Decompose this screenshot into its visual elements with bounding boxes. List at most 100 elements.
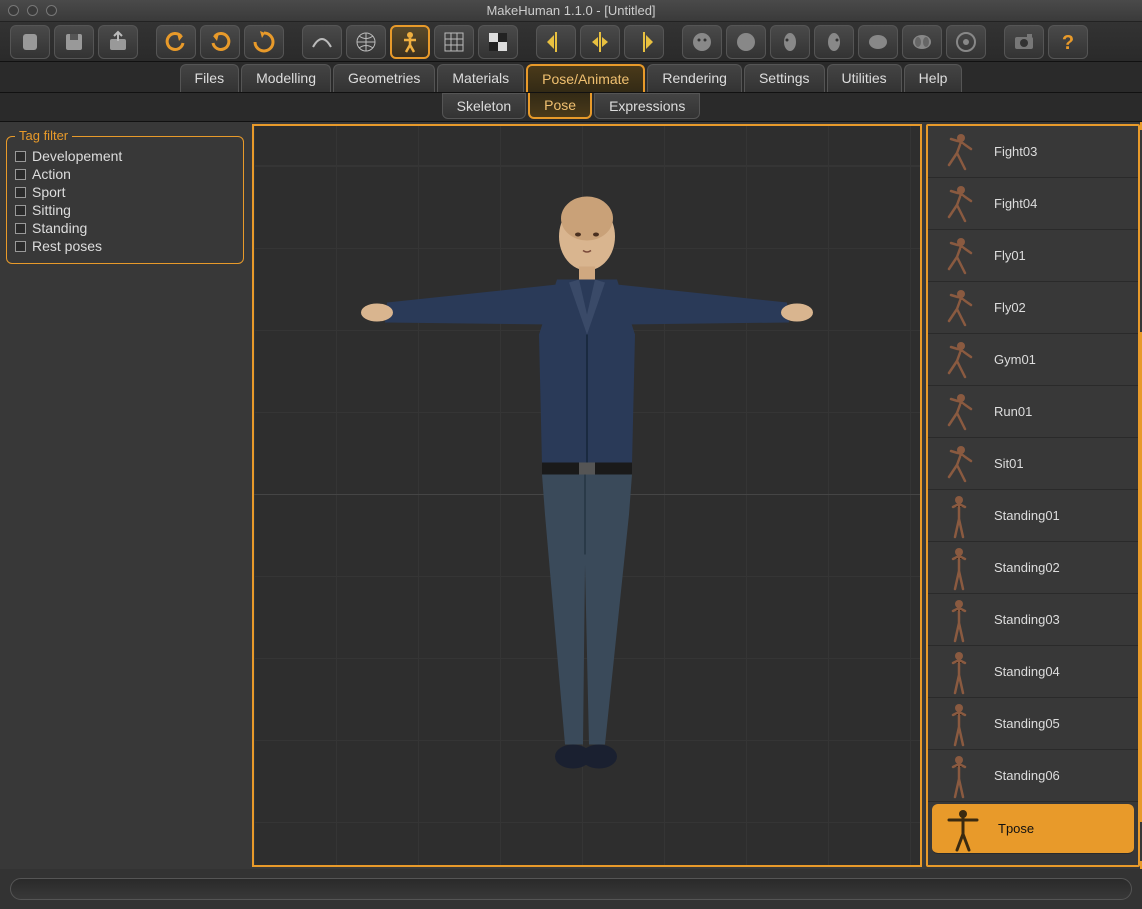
view-reset-icon[interactable] <box>946 25 986 59</box>
pose-label: Sit01 <box>994 456 1024 471</box>
pose-label: Fight04 <box>994 196 1037 211</box>
smooth-icon[interactable] <box>302 25 342 59</box>
right-panel: Fight03 Fight04 Fly01 Fly02 Gym01 Run01 Sit01 S… <box>924 122 1142 869</box>
pose-item-fight04[interactable]: Fight04 <box>928 178 1138 230</box>
pose-item-standing06[interactable]: Standing06 <box>928 750 1138 802</box>
symmetry-right-icon[interactable] <box>624 25 664 59</box>
window-controls <box>0 5 57 16</box>
subtab-pose[interactable]: Pose <box>528 93 592 119</box>
pose-list[interactable]: Fight03 Fight04 Fly01 Fly02 Gym01 Run01 Sit01 S… <box>928 126 1138 865</box>
pose-item-standing02[interactable]: Standing02 <box>928 542 1138 594</box>
pose-item-gym01[interactable]: Gym01 <box>928 334 1138 386</box>
pose-item-standing01[interactable]: Standing01 <box>928 490 1138 542</box>
pose-label: Standing05 <box>994 716 1060 731</box>
pose-item-tpose[interactable]: Tpose <box>932 804 1134 854</box>
pose-label: Tpose <box>998 821 1034 836</box>
redo-icon[interactable] <box>200 25 240 59</box>
view-bottom-icon[interactable] <box>902 25 942 59</box>
pose-thumb-icon <box>940 806 986 852</box>
new-file-icon[interactable] <box>10 25 50 59</box>
tab-materials[interactable]: Materials <box>437 64 524 92</box>
human-figure <box>347 184 827 777</box>
view-right-icon[interactable] <box>814 25 854 59</box>
symmetry-both-icon[interactable] <box>580 25 620 59</box>
view-back-icon[interactable] <box>726 25 766 59</box>
main-area: Tag filter DevelopementAction Sport Sittin… <box>0 122 1142 869</box>
tab-files[interactable]: Files <box>180 64 240 92</box>
zoom-window-icon[interactable] <box>46 5 57 16</box>
undo-icon[interactable] <box>156 25 196 59</box>
camera-icon[interactable] <box>1004 25 1044 59</box>
tag-standing[interactable]: Standing <box>15 219 235 237</box>
pose-item-standing04[interactable]: Standing04 <box>928 646 1138 698</box>
tag-sitting[interactable]: Sitting <box>15 201 235 219</box>
pose-item-standing03[interactable]: Standing03 <box>928 594 1138 646</box>
view-front-icon[interactable] <box>682 25 722 59</box>
pose-mode-icon[interactable] <box>390 25 430 59</box>
tag-rest-poses[interactable]: Rest poses <box>15 237 235 255</box>
pose-label: Fight03 <box>994 144 1037 159</box>
refresh-icon[interactable] <box>244 25 284 59</box>
pose-label: Fly01 <box>994 248 1026 263</box>
checkbox-icon <box>15 241 26 252</box>
tag-developement[interactable]: Developement <box>15 147 235 165</box>
checkbox-icon <box>15 187 26 198</box>
tag-label: Standing <box>32 220 87 236</box>
view-top-icon[interactable] <box>858 25 898 59</box>
close-window-icon[interactable] <box>8 5 19 16</box>
svg-text:?: ? <box>1062 32 1074 54</box>
main-tabs: FilesModellingGeometriesMaterialsPose/An… <box>0 62 1142 93</box>
grid-icon[interactable] <box>434 25 474 59</box>
symmetry-left-icon[interactable] <box>536 25 576 59</box>
pose-label: Fly02 <box>994 300 1026 315</box>
subtab-skeleton[interactable]: Skeleton <box>442 93 526 119</box>
wireframe-icon[interactable] <box>346 25 386 59</box>
tab-utilities[interactable]: Utilities <box>827 64 902 92</box>
window-title: MakeHuman 1.1.0 - [Untitled] <box>0 3 1142 18</box>
pose-item-sit01[interactable]: Sit01 <box>928 438 1138 490</box>
background-icon[interactable] <box>478 25 518 59</box>
pose-thumb-icon <box>936 389 982 435</box>
tag-action[interactable]: Action <box>15 165 235 183</box>
help-icon[interactable]: ? <box>1048 25 1088 59</box>
subtab-expressions[interactable]: Expressions <box>594 93 700 119</box>
tag-sport[interactable]: Sport <box>15 183 235 201</box>
tab-poseanimate[interactable]: Pose/Animate <box>526 64 645 92</box>
minimize-window-icon[interactable] <box>27 5 38 16</box>
tag-label: Action <box>32 166 71 182</box>
pose-thumb-icon <box>936 701 982 747</box>
tab-help[interactable]: Help <box>904 64 963 92</box>
tag-label: Sport <box>32 184 65 200</box>
tag-label: Sitting <box>32 202 71 218</box>
status-input[interactable] <box>10 878 1132 900</box>
tab-modelling[interactable]: Modelling <box>241 64 331 92</box>
pose-label: Standing03 <box>994 612 1060 627</box>
pose-label: Run01 <box>994 404 1032 419</box>
tag-filter-title: Tag filter <box>15 128 72 143</box>
pose-thumb-icon <box>936 129 982 175</box>
pose-item-fight03[interactable]: Fight03 <box>928 126 1138 178</box>
tab-rendering[interactable]: Rendering <box>647 64 742 92</box>
checkbox-icon <box>15 223 26 234</box>
pose-thumb-icon <box>936 597 982 643</box>
pose-item-run01[interactable]: Run01 <box>928 386 1138 438</box>
pose-list-container: Fight03 Fight04 Fly01 Fly02 Gym01 Run01 Sit01 S… <box>926 124 1140 867</box>
tab-geometries[interactable]: Geometries <box>333 64 435 92</box>
save-icon[interactable] <box>54 25 94 59</box>
tab-settings[interactable]: Settings <box>744 64 825 92</box>
pose-thumb-icon <box>936 649 982 695</box>
pose-label: Standing01 <box>994 508 1060 523</box>
pose-item-fly02[interactable]: Fly02 <box>928 282 1138 334</box>
pose-thumb-icon <box>936 441 982 487</box>
viewport-3d[interactable] <box>254 126 920 865</box>
checkbox-icon <box>15 205 26 216</box>
export-icon[interactable] <box>98 25 138 59</box>
pose-item-standing05[interactable]: Standing05 <box>928 698 1138 750</box>
view-left-icon[interactable] <box>770 25 810 59</box>
pose-item-fly01[interactable]: Fly01 <box>928 230 1138 282</box>
pose-label: Standing02 <box>994 560 1060 575</box>
pose-label: Gym01 <box>994 352 1036 367</box>
titlebar: MakeHuman 1.1.0 - [Untitled] <box>0 0 1142 22</box>
pose-thumb-icon <box>936 545 982 591</box>
pose-thumb-icon <box>936 285 982 331</box>
